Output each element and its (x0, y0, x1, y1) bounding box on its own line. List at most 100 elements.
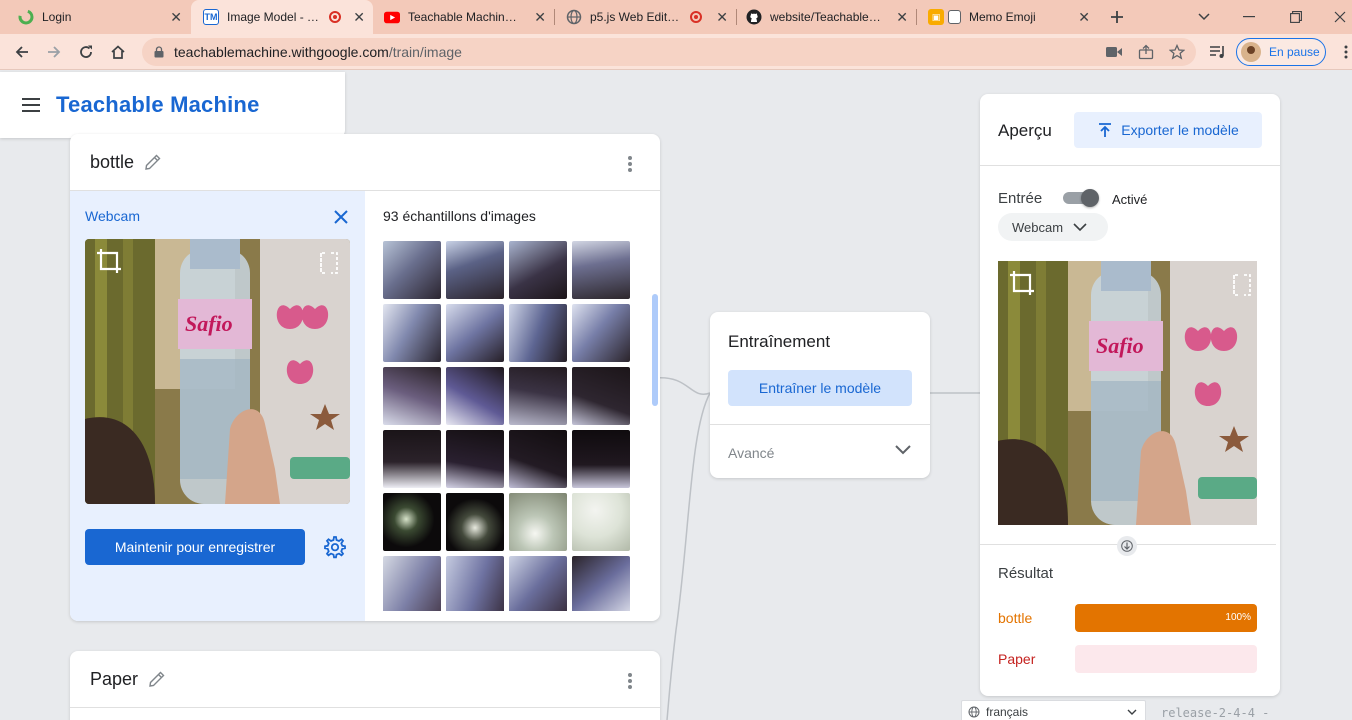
svg-text:Safio: Safio (1096, 333, 1144, 358)
tab-image-model[interactable]: TM Image Model - Teachable Machine ✕ (191, 0, 373, 34)
sample-thumbnail[interactable] (572, 304, 630, 362)
globe-icon (968, 706, 980, 718)
sample-thumbnail[interactable] (572, 556, 630, 611)
samples-scrollbar[interactable] (652, 294, 658, 406)
sample-thumbnail[interactable] (383, 493, 441, 551)
advanced-toggle[interactable]: Avancé (728, 445, 774, 461)
sample-thumbnail[interactable] (572, 241, 630, 299)
webcam-feed: Safio (85, 239, 350, 504)
tab-search-chevron-icon[interactable] (1198, 0, 1210, 34)
preview-title: Aperçu (998, 121, 1052, 140)
svg-text:Safio: Safio (185, 311, 233, 336)
language-select[interactable]: français (961, 700, 1146, 720)
sample-thumbnail[interactable] (509, 493, 567, 551)
sample-thumbnail[interactable] (446, 556, 504, 611)
sample-thumbnail[interactable] (509, 556, 567, 611)
chevron-down-icon[interactable] (894, 444, 912, 456)
browser-toolbar: teachablemachine.withgoogle.com/train/im… (0, 34, 1352, 70)
class-options-icon[interactable] (628, 156, 632, 172)
upload-icon (1099, 123, 1112, 137)
back-icon[interactable] (10, 40, 34, 64)
result-class-label: Paper (998, 651, 1036, 667)
tab-github[interactable]: website/TeachableMachine ✕ (738, 0, 916, 34)
camera-in-use-icon[interactable] (1106, 46, 1122, 58)
samples-panel: 93 échantillons d'images (365, 191, 660, 621)
memo-icon: ▣ (928, 9, 944, 25)
youtube-icon (384, 9, 400, 25)
sample-thumbnail[interactable] (446, 241, 504, 299)
page-canvas: Teachable Machine bottle Webcam Safio Ma… (0, 70, 1352, 720)
menu-icon[interactable] (22, 98, 40, 112)
sample-thumbnail[interactable] (509, 430, 567, 488)
class-name[interactable]: bottle (90, 152, 134, 173)
gear-icon[interactable] (322, 535, 346, 559)
browser-tab-strip: Login ✕ TM Image Model - Teachable Machi… (0, 0, 1352, 34)
loader-icon (18, 9, 34, 25)
sample-thumbnail[interactable] (509, 241, 567, 299)
sample-thumbnail[interactable] (383, 430, 441, 488)
edit-pencil-icon[interactable] (148, 670, 166, 688)
tab-p5js[interactable]: p5.js Web Editor | Teachable Machine ✕ (556, 0, 736, 34)
class-name[interactable]: Paper (90, 669, 138, 690)
hold-to-record-button[interactable]: Maintenir pour enregistrer (85, 529, 305, 565)
sample-thumbnail[interactable] (383, 556, 441, 611)
sample-thumbnail[interactable] (446, 367, 504, 425)
export-model-button[interactable]: Exporter le modèle (1074, 112, 1262, 148)
sample-thumbnail[interactable] (509, 367, 567, 425)
address-bar[interactable]: teachablemachine.withgoogle.com/train/im… (142, 38, 1196, 66)
close-tab-icon[interactable]: ✕ (1078, 9, 1090, 26)
confidence-percent: 100% (1225, 612, 1251, 623)
sample-thumbnail[interactable] (572, 430, 630, 488)
minimize-icon[interactable] (1243, 0, 1255, 34)
forward-icon[interactable] (42, 40, 66, 64)
sample-thumbnail[interactable] (446, 304, 504, 362)
sample-thumbnail[interactable] (446, 430, 504, 488)
close-tab-icon[interactable]: ✕ (170, 9, 182, 26)
new-tab-icon[interactable] (1110, 0, 1124, 34)
input-toggle[interactable] (1063, 189, 1099, 207)
sample-thumbnail[interactable] (572, 367, 630, 425)
close-tab-icon[interactable]: ✕ (534, 9, 546, 26)
sample-thumbnail[interactable] (446, 493, 504, 551)
sample-thumbnail[interactable] (572, 493, 630, 551)
edit-pencil-icon[interactable] (144, 153, 162, 171)
training-card: Entraînement Entraîner le modèle Avancé (710, 312, 930, 478)
bookmark-star-icon[interactable] (1169, 44, 1185, 60)
webcam-panel: Webcam Safio Maintenir pour enregistrer (70, 191, 365, 621)
github-icon (746, 9, 762, 25)
input-label: Entrée (998, 190, 1043, 207)
class-header: bottle (70, 134, 660, 191)
sample-thumbnail[interactable] (383, 241, 441, 299)
media-control-icon[interactable] (1206, 40, 1230, 64)
preview-webcam-feed: Safio (998, 261, 1257, 525)
recording-icon (329, 11, 341, 23)
sample-grid (383, 241, 633, 611)
profile-button[interactable]: En pause (1236, 38, 1326, 66)
sample-thumbnail[interactable] (383, 304, 441, 362)
lock-icon (154, 46, 164, 58)
tab-login[interactable]: Login ✕ (0, 0, 190, 34)
globe-icon (566, 9, 582, 25)
result-title: Résultat (998, 565, 1054, 582)
close-tab-icon[interactable]: ✕ (896, 9, 908, 26)
close-tab-icon[interactable]: ✕ (716, 9, 728, 26)
sample-thumbnail[interactable] (383, 367, 441, 425)
close-window-icon[interactable] (1334, 0, 1346, 34)
preview-card: Aperçu Exporter le modèle Entrée Activé … (980, 94, 1280, 696)
note-icon (948, 10, 961, 24)
browser-menu-icon[interactable] (1334, 40, 1352, 64)
tab-memo-emoji[interactable]: ▣ Memo Emoji ✕ (918, 0, 1098, 34)
tab-youtube[interactable]: Teachable Machine 1: Image Classificatio… (374, 0, 554, 34)
share-icon[interactable] (1138, 44, 1154, 60)
restore-icon[interactable] (1290, 0, 1302, 34)
close-icon[interactable] (332, 208, 350, 226)
train-model-button[interactable]: Entraîner le modèle (728, 370, 912, 406)
home-icon[interactable] (106, 40, 130, 64)
class-options-icon[interactable] (628, 673, 632, 689)
class-card-paper: Paper (70, 651, 660, 720)
reload-icon[interactable] (74, 40, 98, 64)
sample-thumbnail[interactable] (509, 304, 567, 362)
confidence-bar: 100% (1075, 604, 1257, 632)
close-tab-icon[interactable]: ✕ (353, 9, 365, 26)
input-source-select[interactable]: Webcam (998, 213, 1108, 241)
